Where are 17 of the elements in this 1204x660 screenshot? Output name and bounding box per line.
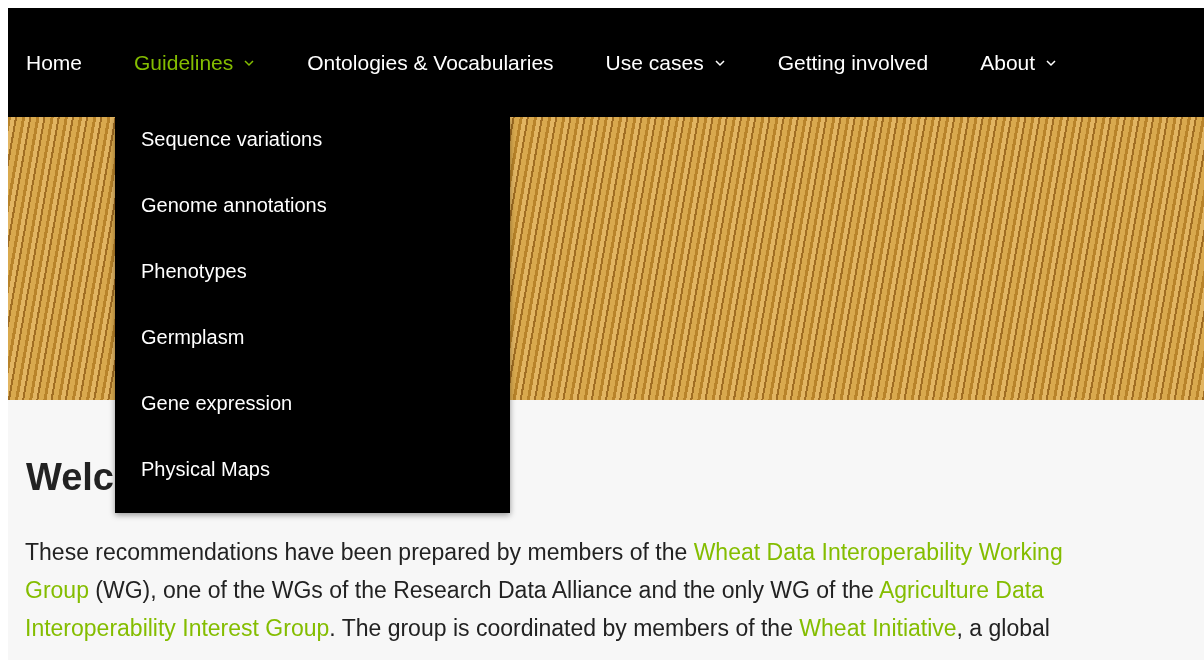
intro-paragraph: These recommendations have been prepared by members of the Wheat Data Interoperability Working Group (WG), one of the WGs of the Research Data Alliance and the only WG of the Agriculture Data Interoperability Interest Group. The group is coordinated by members of the Wheat Initiative, a global [25, 538, 1064, 643]
nav-link[interactable]: Getting involved [777, 50, 929, 75]
chevron-down-icon [713, 58, 726, 67]
menu-item[interactable]: Phenotypes [115, 249, 510, 315]
menu-item[interactable]: Physical Maps [115, 447, 510, 513]
menu-item[interactable]: Gene expression [115, 381, 510, 447]
nav-link[interactable]: Ontologies & Vocabularies [307, 50, 554, 75]
nav-link[interactable]: Home [26, 50, 83, 75]
nav-link[interactable]: Guidelines [134, 50, 256, 75]
nav-link[interactable]: Use cases [605, 50, 726, 75]
chevron-down-icon [1045, 58, 1058, 67]
page-heading: Welc [26, 456, 114, 499]
chevron-down-icon [243, 58, 256, 67]
nav-link[interactable]: About [980, 50, 1058, 75]
menu-item[interactable]: Germplasm [115, 315, 510, 381]
menu-item[interactable]: Genome annotations [115, 183, 510, 249]
menu-item[interactable]: Sequence variations [115, 117, 510, 183]
